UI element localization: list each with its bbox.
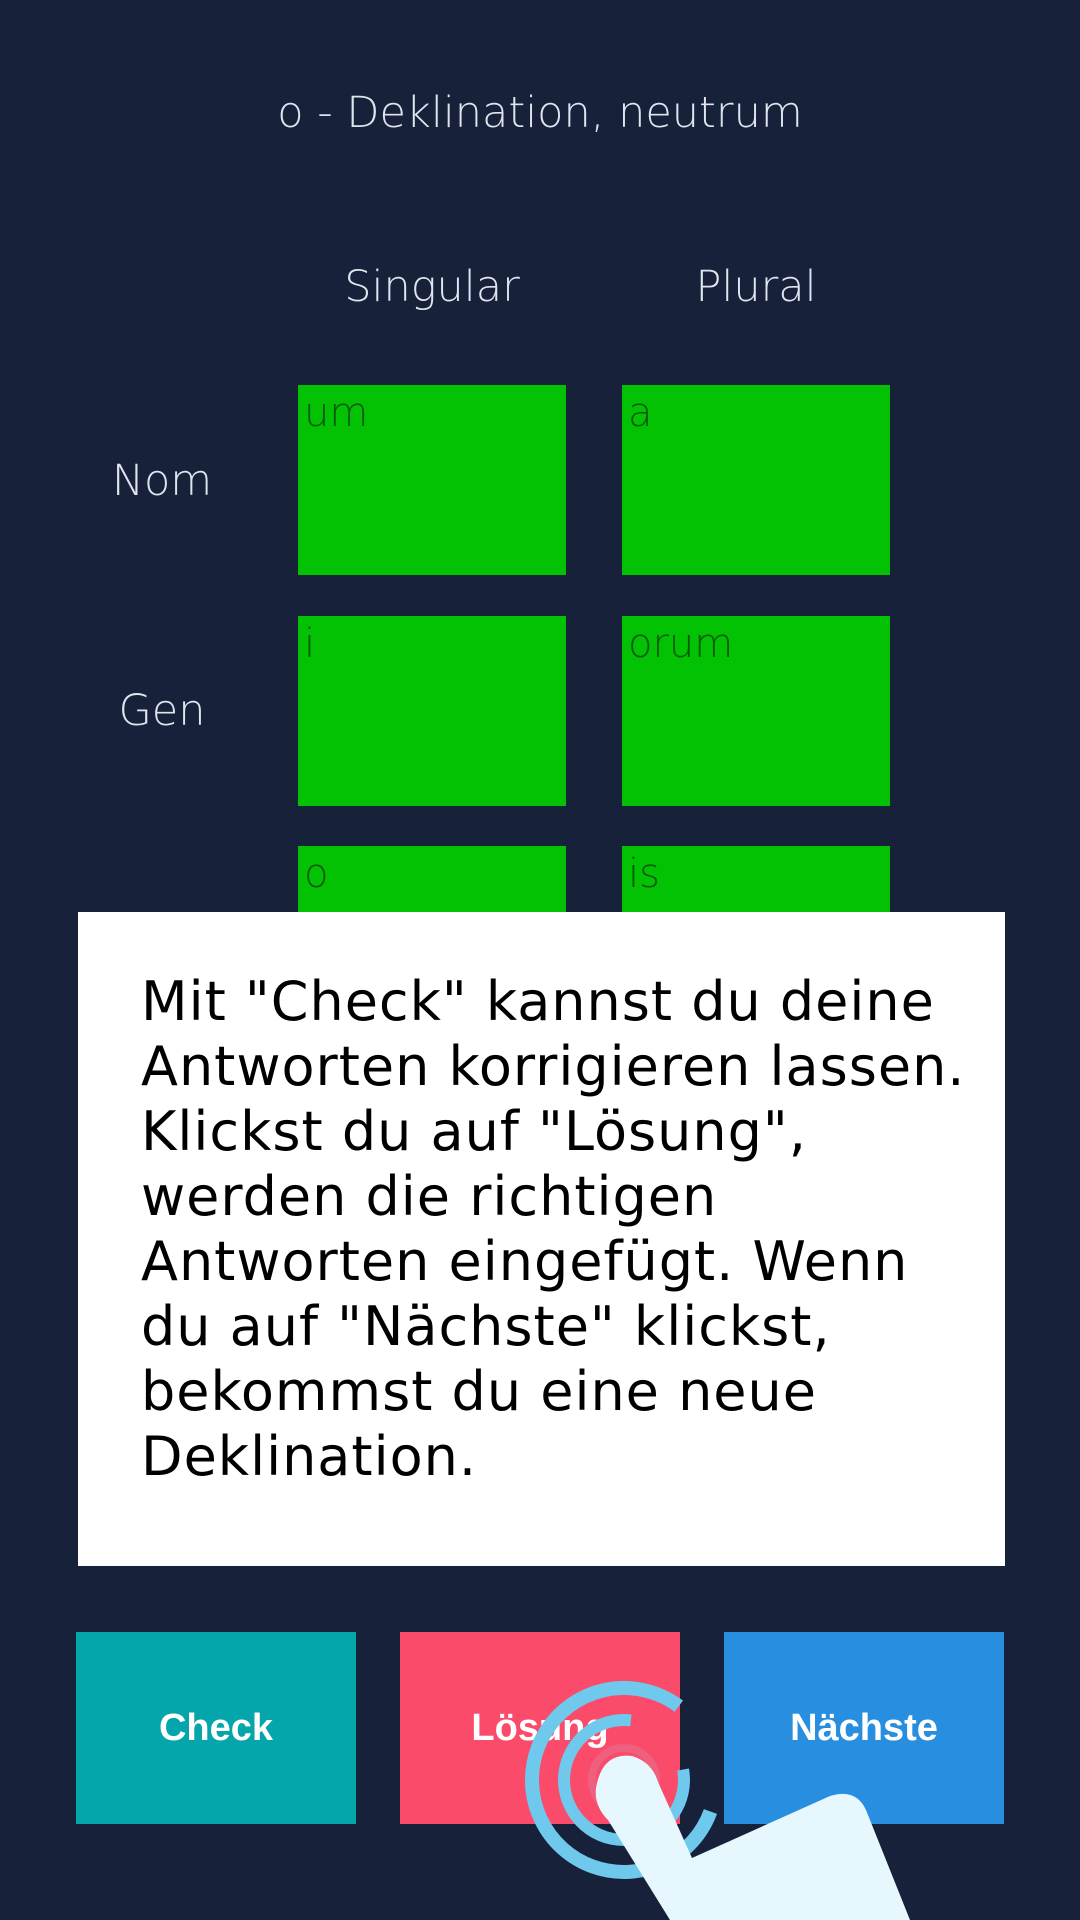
tap-hand-icon xyxy=(525,1681,910,1920)
help-dialog-text: Mit "Check" kannst du deine Antworten ko… xyxy=(141,970,966,1488)
answer-field-nom-plural[interactable]: a xyxy=(622,385,890,575)
row-label-gen: Gen xyxy=(118,686,206,736)
column-header-plural: Plural xyxy=(695,262,817,312)
help-dialog[interactable]: Mit "Check" kannst du deine Antworten ko… xyxy=(78,912,1005,1566)
check-button[interactable]: Check xyxy=(76,1632,356,1824)
page-title: o - Deklination, neutrum xyxy=(277,88,803,138)
answer-field-nom-singular[interactable]: um xyxy=(298,385,566,575)
answer-field-gen-singular[interactable]: i xyxy=(298,616,566,806)
answer-field-gen-plural[interactable]: orum xyxy=(622,616,890,806)
column-header-singular: Singular xyxy=(344,262,520,312)
row-label-nom: Nom xyxy=(111,456,213,506)
